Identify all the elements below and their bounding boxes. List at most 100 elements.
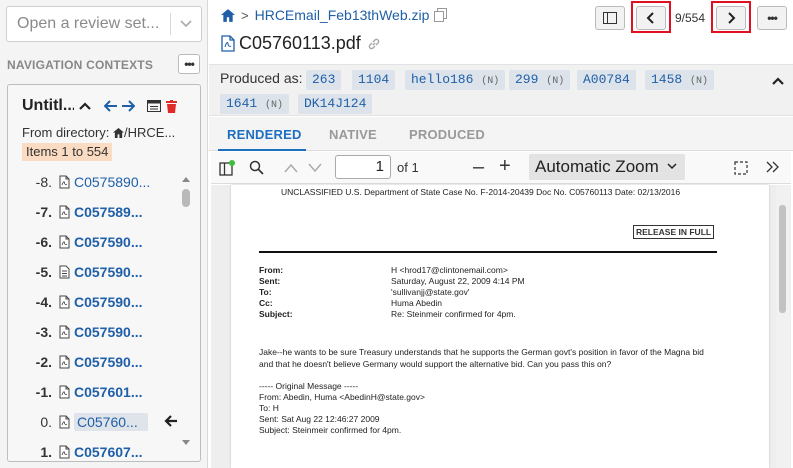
item-link[interactable]: C057590... [74, 354, 154, 370]
list-view-icon[interactable] [147, 100, 161, 112]
more-icon: ••• [767, 11, 778, 25]
next-arrow-icon[interactable] [121, 100, 135, 112]
chip-label: 1104 [358, 72, 390, 87]
memo-row: Cc: Huma Abedin [259, 298, 442, 308]
item-link[interactable]: C0575890... [74, 174, 154, 190]
list-item[interactable]: -7. C057589... [8, 197, 180, 227]
memo-key: Cc: [259, 298, 273, 308]
viewer-scrollbar[interactable] [776, 185, 790, 468]
tab-produced[interactable]: PRODUCED [409, 127, 485, 142]
current-item-arrow-icon [164, 414, 178, 432]
item-link[interactable]: C057590... [74, 294, 154, 310]
scroll-thumb[interactable] [182, 189, 190, 207]
page-number-input[interactable]: 1 [335, 155, 391, 179]
produced-chip[interactable]: 1104 [352, 70, 396, 90]
original-message-line: From: Abedin, Huma <AbedinH@state.gov> [259, 392, 425, 402]
link-icon[interactable] [367, 37, 381, 51]
page-up-icon[interactable] [283, 161, 299, 179]
item-index: 1. [40, 444, 52, 460]
home-icon[interactable] [221, 8, 235, 22]
document-more-button[interactable]: ••• [757, 6, 787, 30]
list-item[interactable]: -2. C057590... [8, 347, 180, 377]
list-item[interactable]: -1. C057601... [8, 377, 180, 407]
zoom-select[interactable]: Automatic Zoom [529, 154, 685, 180]
chip-label: hello186 [411, 72, 474, 87]
chevron-left-icon [646, 12, 654, 24]
pdf-viewer[interactable]: UNCLASSIFIED U.S. Department of State Ca… [211, 185, 791, 468]
list-item-current[interactable]: 0. C05760... [8, 407, 180, 437]
produced-as-label: Produced as: [220, 70, 303, 86]
pdf-icon [54, 355, 74, 369]
produced-chip[interactable]: 299 (N) [509, 70, 571, 90]
pdf-icon [221, 35, 235, 52]
pdf-icon [54, 415, 74, 429]
copy-icon[interactable] [434, 8, 448, 22]
pdf-icon [54, 445, 74, 459]
item-link[interactable]: C057590... [74, 264, 154, 280]
produced-chip[interactable]: A00784 [577, 70, 636, 90]
sidebar-panel-icon [603, 12, 617, 24]
memo-row: To: 'sullivanjj@state.gov' [259, 287, 470, 297]
page-down-icon[interactable] [307, 161, 323, 179]
produced-chip[interactable]: 1641 (N) [220, 94, 290, 114]
navigation-more-button[interactable]: ••• [178, 54, 200, 74]
zoom-in-icon[interactable]: + [499, 155, 511, 178]
item-index: 0. [40, 414, 52, 430]
list-item[interactable]: 1. C057607... [8, 437, 180, 461]
chip-label: 263 [312, 72, 336, 87]
tab-rendered[interactable]: RENDERED [227, 127, 302, 142]
collapse-up-icon[interactable] [78, 101, 92, 111]
produced-chip[interactable]: DK14J124 [298, 94, 373, 114]
trash-icon[interactable] [166, 99, 177, 113]
breadcrumb-zip-link[interactable]: HRCEmail_Feb13thWeb.zip [255, 7, 430, 23]
chevron-down-icon[interactable] [171, 19, 201, 29]
chip-suffix: (N) [690, 76, 709, 87]
fullscreen-icon[interactable] [733, 160, 749, 181]
memo-value: Re: Steinmeir confirmed for 4pm. [391, 309, 516, 319]
viewer-scroll-thumb[interactable] [779, 205, 786, 313]
list-item[interactable]: -6. C057590... [8, 227, 180, 257]
toggle-sidebar-button[interactable] [595, 6, 625, 30]
zoom-out-icon[interactable]: – [473, 156, 484, 179]
view-tabs: RENDERED NATIVE PRODUCED [209, 117, 793, 151]
produced-chip[interactable]: hello186 (N) [405, 70, 506, 90]
next-document-button[interactable] [716, 6, 746, 30]
item-link[interactable]: C057601... [74, 384, 154, 400]
search-icon[interactable] [249, 160, 264, 180]
item-link[interactable]: C057590... [74, 324, 154, 340]
chip-suffix: (N) [265, 100, 284, 111]
navigation-context-card: Untitl... From directory: /HRCE... Items… [7, 84, 201, 462]
tab-native[interactable]: NATIVE [329, 127, 377, 142]
memo-row: Subject: Re: Steinmeir confirmed for 4pm. [259, 309, 516, 319]
pdf-toolbar: 1 of 1 – + Automatic Zoom [211, 152, 791, 184]
item-index: -7. [35, 204, 52, 220]
scroll-up-arrow[interactable] [182, 177, 190, 182]
memo-key: From: [259, 265, 284, 275]
item-link[interactable]: C05760... [74, 413, 148, 431]
pdf-sidebar-toggle-icon[interactable] [219, 160, 235, 181]
review-set-select[interactable]: Open a review set... [6, 6, 202, 42]
item-index: -2. [35, 354, 52, 370]
item-link[interactable]: C057607... [74, 444, 154, 460]
list-scrollbar[interactable] [180, 175, 192, 445]
produced-chip[interactable]: 1458 (N) [645, 70, 715, 90]
previous-arrow-icon[interactable] [104, 100, 118, 112]
list-item[interactable]: -4. C057590... [8, 287, 180, 317]
directory-path[interactable]: /HRCE... [124, 125, 175, 140]
previous-document-button[interactable] [636, 6, 666, 30]
memo-value: Saturday, August 22, 2009 4:14 PM [391, 276, 525, 286]
original-message-line: Sent: Sat Aug 22 12:46:27 2009 [259, 414, 380, 424]
scroll-down-arrow[interactable] [182, 440, 190, 445]
list-item[interactable]: -5. C057590... [8, 257, 180, 287]
item-link[interactable]: C057590... [74, 234, 154, 250]
document-counter: 9/554 [675, 11, 706, 25]
original-message-line: Subject: Steinmeir confirmed for 4pm. [259, 425, 402, 435]
pdf-icon [54, 295, 74, 309]
list-item[interactable]: -8. C0575890... [8, 167, 180, 197]
item-link[interactable]: C057589... [74, 204, 154, 220]
produced-chip[interactable]: 263 [306, 70, 342, 90]
tools-menu-icon[interactable] [765, 160, 781, 179]
list-item[interactable]: -3. C057590... [8, 317, 180, 347]
collapse-up-icon[interactable] [771, 73, 785, 91]
context-title[interactable]: Untitl... [22, 97, 74, 115]
